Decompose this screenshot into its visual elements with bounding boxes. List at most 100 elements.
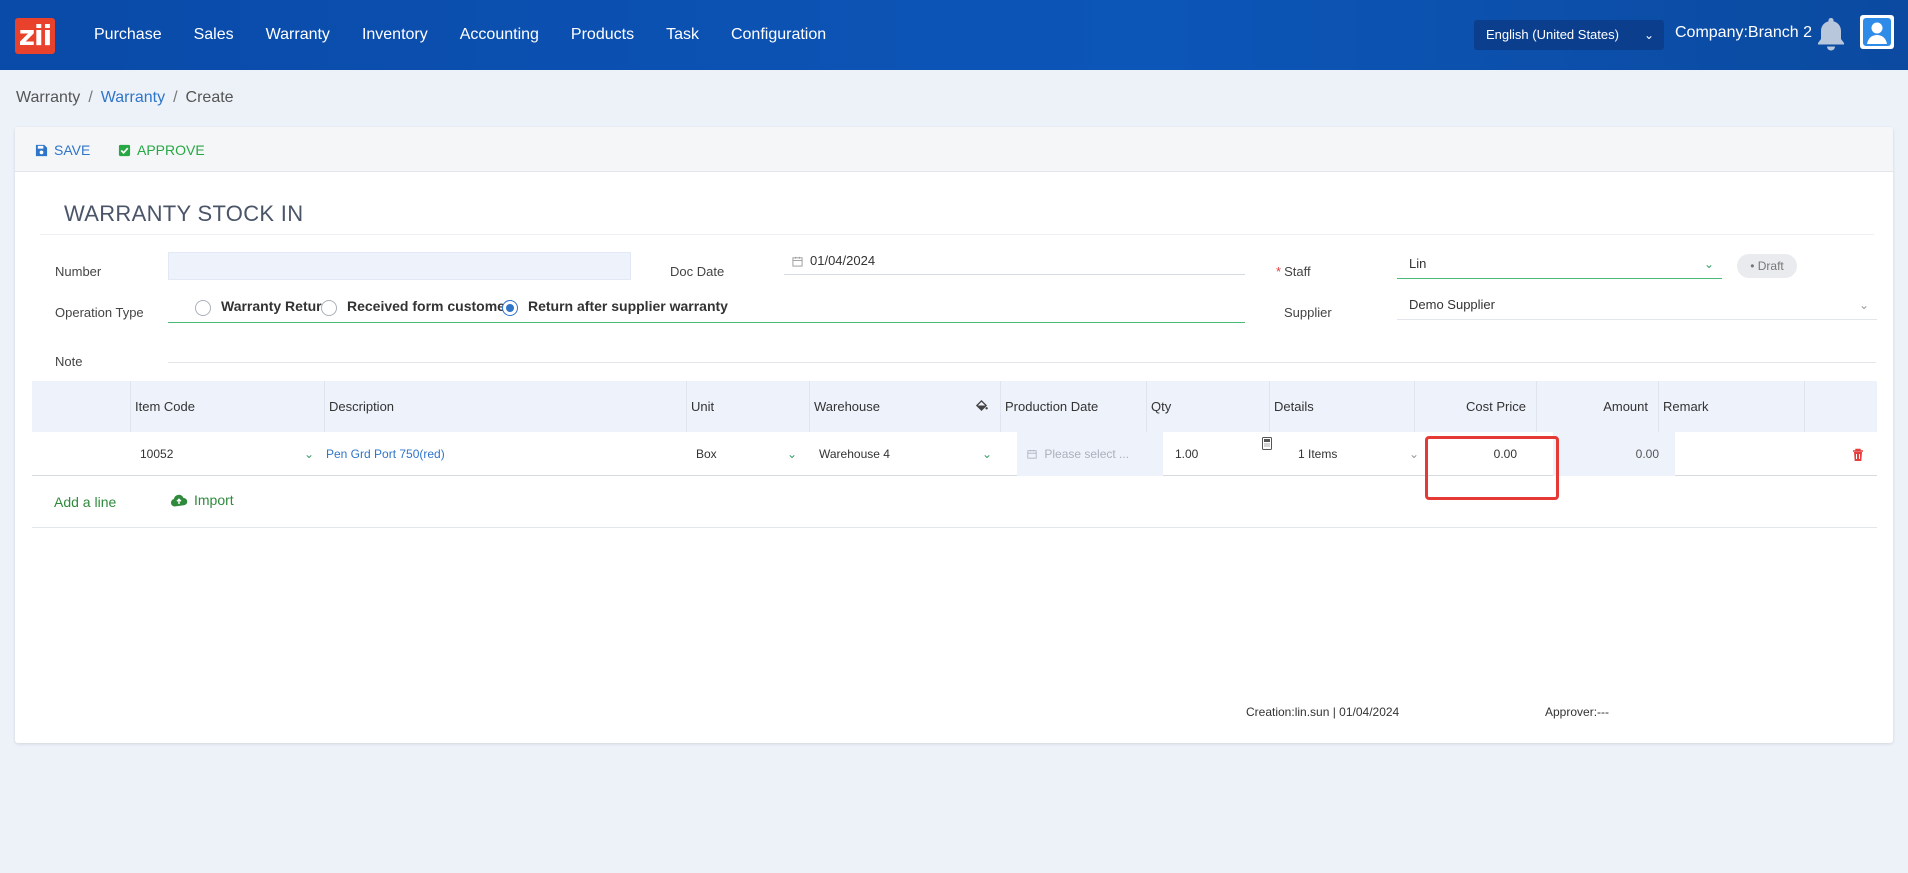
save-button[interactable]: SAVE — [35, 142, 90, 158]
amount-value: 0.00 — [1553, 432, 1675, 476]
radio-return-after-supplier-warranty[interactable]: Return after supplier warranty — [502, 298, 728, 316]
staff-value: Lin — [1409, 256, 1427, 271]
chevron-down-icon: ⌄ — [1643, 28, 1654, 42]
user-avatar-button[interactable] — [1860, 15, 1894, 49]
nav-item-accounting[interactable]: Accounting — [452, 26, 547, 44]
cloud-upload-icon — [170, 494, 188, 506]
details-select[interactable]: 1 Items ⌄ — [1286, 432, 1431, 476]
paint-bucket-icon[interactable] — [975, 399, 988, 412]
language-select[interactable]: English (United States) ⌄ — [1474, 20, 1664, 50]
breadcrumb-current: Create — [185, 89, 234, 106]
add-line-link[interactable]: Add a line — [54, 494, 116, 510]
calendar-icon — [792, 256, 803, 267]
approver-info: Approver:--- — [1545, 705, 1610, 719]
number-input[interactable] — [168, 252, 631, 280]
bell-icon[interactable] — [1815, 16, 1847, 52]
creation-info: Creation:lin.sun | 01/04/2024 — [1246, 705, 1400, 719]
unit-select[interactable]: Box ⌄ — [686, 432, 809, 476]
radio-dot-selected[interactable] — [502, 300, 518, 316]
approve-button[interactable]: APPROVE — [118, 142, 205, 158]
col-amount: Amount — [1536, 381, 1658, 432]
col-actions — [1804, 381, 1877, 432]
main-nav: Purchase Sales Warranty Inventory Accoun… — [78, 0, 842, 70]
col-handle — [32, 381, 130, 432]
col-warehouse: Warehouse — [809, 381, 1000, 432]
doc-date-value: 01/04/2024 — [810, 253, 876, 268]
production-date-input[interactable]: Please select ... — [1017, 432, 1163, 476]
chevron-down-icon: ⌄ — [1858, 298, 1869, 312]
chevron-down-icon: ⌄ — [1703, 257, 1714, 271]
page-title: WARRANTY STOCK IN — [64, 201, 304, 226]
breadcrumb-separator: / — [88, 89, 93, 106]
col-description: Description — [324, 381, 686, 432]
staff-select[interactable]: Lin ⌄ — [1397, 249, 1722, 279]
operation-type-label: Operation Type — [55, 305, 144, 320]
nav-item-purchase[interactable]: Purchase — [86, 26, 170, 44]
supplier-label: Supplier — [1284, 305, 1332, 320]
check-square-icon — [118, 144, 131, 156]
breadcrumb-separator: / — [173, 89, 178, 106]
radio-received-form-customer[interactable]: Received form customer — [321, 298, 510, 316]
nav-item-configuration[interactable]: Configuration — [723, 26, 834, 44]
staff-label: * Staff — [1276, 264, 1311, 279]
delete-row-button[interactable] — [1821, 432, 1894, 476]
col-cost-price: Cost Price — [1414, 381, 1536, 432]
col-remark: Remark — [1658, 381, 1804, 432]
user-icon — [1863, 18, 1891, 46]
doc-date-input[interactable]: 01/04/2024 — [784, 247, 1245, 275]
doc-date-label: Doc Date — [670, 264, 725, 279]
approve-button-label: APPROVE — [137, 142, 205, 158]
qty-input[interactable]: 1.00 — [1163, 432, 1286, 476]
cost-price-input[interactable]: 0.00 — [1431, 432, 1553, 476]
note-label: Note — [55, 354, 83, 369]
col-qty: Qty — [1146, 381, 1269, 432]
table-header: Item Code Description Unit Warehouse Pro… — [32, 381, 1877, 432]
breadcrumb: Warranty / Warranty / Create — [16, 89, 234, 107]
col-production-date: Production Date — [1000, 381, 1146, 432]
item-code-select[interactable]: 10052 ⌄ — [130, 432, 324, 476]
app-logo[interactable]: zii — [15, 18, 55, 54]
top-navbar: zii Purchase Sales Warranty Inventory Ac… — [0, 0, 1908, 70]
items-table: Item Code Description Unit Warehouse Pro… — [32, 381, 1877, 528]
breadcrumb-root: Warranty — [16, 89, 81, 106]
table-footer: Add a line Import — [32, 476, 1877, 528]
number-label: Number — [55, 264, 102, 279]
required-marker: * — [1276, 264, 1282, 279]
col-unit: Unit — [686, 381, 809, 432]
warehouse-select[interactable]: Warehouse 4 ⌄ — [809, 432, 1000, 476]
chevron-down-icon: ⌄ — [981, 447, 992, 461]
language-select-value: English (United States) — [1486, 27, 1619, 42]
title-divider — [40, 234, 1874, 235]
col-details: Details — [1269, 381, 1414, 432]
operation-type-radio-group: Warranty Return Received form customer R… — [168, 290, 1245, 323]
radio-dot[interactable] — [321, 300, 337, 316]
supplier-select[interactable]: Demo Supplier ⌄ — [1397, 290, 1877, 320]
nav-item-inventory[interactable]: Inventory — [354, 26, 436, 44]
table-row: 10052 ⌄ Pen Grd Port 750(red) Box ⌄ Ware… — [32, 432, 1877, 500]
description-link[interactable]: Pen Grd Port 750(red) — [324, 432, 686, 476]
col-item-code: Item Code — [130, 381, 324, 432]
form-card: SAVE APPROVE WARRANTY STOCK IN Number Do… — [15, 127, 1893, 743]
nav-item-sales[interactable]: Sales — [186, 26, 242, 44]
trash-icon — [1852, 448, 1863, 461]
calendar-icon — [1027, 449, 1037, 459]
breadcrumb-warranty-link[interactable]: Warranty — [101, 89, 165, 106]
nav-item-warranty[interactable]: Warranty — [258, 26, 338, 44]
chevron-down-icon: ⌄ — [786, 447, 797, 461]
supplier-value: Demo Supplier — [1409, 297, 1495, 312]
radio-dot[interactable] — [195, 300, 211, 316]
nav-item-products[interactable]: Products — [563, 26, 642, 44]
calculator-icon[interactable] — [1262, 437, 1272, 450]
form-toolbar: SAVE APPROVE — [15, 127, 1893, 172]
remark-input[interactable] — [1675, 432, 1821, 476]
radio-warranty-return[interactable]: Warranty Return — [195, 298, 330, 316]
import-button[interactable]: Import — [170, 492, 234, 508]
save-icon — [35, 144, 48, 156]
company-label[interactable]: Company:Branch 2 — [1675, 24, 1812, 42]
chevron-down-icon: ⌄ — [303, 447, 314, 461]
nav-item-task[interactable]: Task — [658, 26, 707, 44]
status-badge: • Draft — [1737, 254, 1797, 278]
note-input[interactable] — [168, 335, 1876, 363]
chevron-down-icon: ⌄ — [1408, 447, 1419, 461]
save-button-label: SAVE — [54, 142, 91, 158]
